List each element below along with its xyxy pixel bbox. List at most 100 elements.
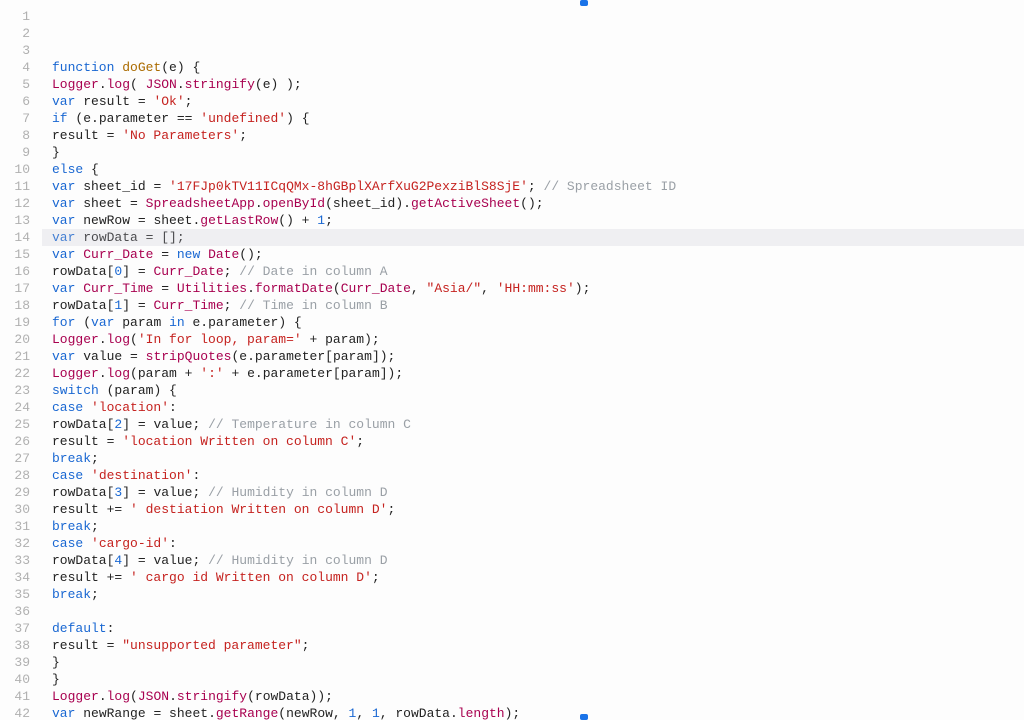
token-par: ; [185, 94, 193, 109]
token-prop: log [107, 77, 130, 92]
token-id: sheet [83, 196, 122, 211]
code-line[interactable]: } [52, 654, 1024, 671]
token-par: ; [192, 485, 208, 500]
code-line[interactable]: result = 'location Written on column C'; [52, 433, 1024, 450]
token-par: . [177, 77, 185, 92]
line-number: 12 [0, 195, 44, 212]
code-line[interactable]: rowData[1] = Curr_Time; // Time in colum… [52, 297, 1024, 314]
line-number: 8 [0, 127, 44, 144]
token-par: ; [91, 519, 99, 534]
token-id: sheet [153, 213, 192, 228]
code-area[interactable]: function doGet(e) {Logger.log( JSON.stri… [44, 0, 1024, 720]
code-line[interactable]: var sheet = SpreadsheetApp.openById(shee… [52, 195, 1024, 212]
code-line[interactable]: break; [52, 450, 1024, 467]
token-id: e [247, 366, 255, 381]
code-line[interactable]: rowData[2] = value; // Temperature in co… [52, 416, 1024, 433]
code-line[interactable]: var value = stripQuotes(e.parameter[para… [52, 348, 1024, 365]
token-par: += [99, 502, 130, 517]
code-line[interactable]: switch (param) { [52, 382, 1024, 399]
token-par: ( [325, 196, 333, 211]
code-line[interactable]: } [52, 671, 1024, 688]
token-par: ( [161, 60, 169, 75]
token-prop: stringify [185, 77, 255, 92]
code-line[interactable]: Logger.log('In for loop, param=' + param… [52, 331, 1024, 348]
token-par: [ [333, 366, 341, 381]
code-line[interactable]: Logger.log(param + ':' + e.parameter[par… [52, 365, 1024, 382]
code-line[interactable]: default: [52, 620, 1024, 637]
token-par: ] = [122, 264, 153, 279]
code-line[interactable]: result += ' destiation Written on column… [52, 501, 1024, 518]
code-line[interactable]: } [52, 144, 1024, 161]
line-number: 32 [0, 535, 44, 552]
token-id: rowData [395, 706, 450, 720]
code-line[interactable]: rowData[0] = Curr_Date; // Date in colum… [52, 263, 1024, 280]
token-glb: SpreadsheetApp [146, 196, 255, 211]
code-line[interactable]: Logger.log( JSON.stringify(e) ); [52, 76, 1024, 93]
code-line[interactable]: var rowData = []; [52, 229, 1024, 246]
token-kw: var [52, 349, 83, 364]
code-line[interactable]: case 'destination': [52, 467, 1024, 484]
line-number: 29 [0, 484, 44, 501]
token-prop: stripQuotes [146, 349, 232, 364]
token-cmt: // Date in column A [239, 264, 387, 279]
line-number: 4 [0, 59, 44, 76]
token-str: 'Ok' [153, 94, 184, 109]
code-line[interactable]: case 'cargo-id': [52, 535, 1024, 552]
line-number: 28 [0, 467, 44, 484]
token-par: . [450, 706, 458, 720]
token-prop: log [107, 689, 130, 704]
code-line[interactable]: var result = 'Ok'; [52, 93, 1024, 110]
token-str: ' destiation Written on column D' [130, 502, 387, 517]
code-line[interactable]: var sheet_id = '17FJp0kTV11ICqQMx-8hGBpl… [52, 178, 1024, 195]
code-line[interactable]: rowData[3] = value; // Humidity in colum… [52, 484, 1024, 501]
token-par: ( [255, 77, 263, 92]
token-id: rowData [52, 264, 107, 279]
token-varname: Curr_Date [341, 281, 411, 296]
code-line[interactable]: break; [52, 586, 1024, 603]
token-par: ( [247, 689, 255, 704]
code-line[interactable]: if (e.parameter == 'undefined') { [52, 110, 1024, 127]
token-varname: Curr_Date [153, 264, 223, 279]
code-line[interactable]: result = 'No Parameters'; [52, 127, 1024, 144]
line-number: 6 [0, 93, 44, 110]
token-kw: break [52, 519, 91, 534]
code-line[interactable]: var newRow = sheet.getLastRow() + 1; [52, 212, 1024, 229]
token-par: } [52, 655, 60, 670]
token-id: param [138, 366, 177, 381]
token-id: rowData [255, 689, 310, 704]
token-par: ). [395, 196, 411, 211]
token-par: = [130, 94, 153, 109]
code-line[interactable] [52, 603, 1024, 620]
bottom-marker [580, 714, 588, 720]
token-id: param [114, 383, 153, 398]
code-line[interactable]: Logger.log(JSON.stringify(rowData)); [52, 688, 1024, 705]
code-editor[interactable]: 1234567891011121314151617181920212223242… [0, 0, 1024, 720]
token-prop: getLastRow [200, 213, 278, 228]
code-line[interactable]: case 'location': [52, 399, 1024, 416]
token-id: result [52, 434, 99, 449]
token-par: . [91, 111, 99, 126]
code-line[interactable]: for (var param in e.parameter) { [52, 314, 1024, 331]
code-line[interactable]: rowData[4] = value; // Humidity in colum… [52, 552, 1024, 569]
code-line[interactable]: var Curr_Time = Utilities.formatDate(Cur… [52, 280, 1024, 297]
token-prop: openById [263, 196, 325, 211]
code-line[interactable]: break; [52, 518, 1024, 535]
token-par: ( [130, 366, 138, 381]
token-id: e [169, 60, 177, 75]
token-id: parameter [99, 111, 169, 126]
token-par: = [146, 179, 169, 194]
code-line[interactable]: else { [52, 161, 1024, 178]
code-line[interactable]: result += ' cargo id Written on column D… [52, 569, 1024, 586]
code-line[interactable]: var Curr_Date = new Date(); [52, 246, 1024, 263]
token-id: newRow [83, 213, 130, 228]
token-par: ; [192, 417, 208, 432]
line-number: 15 [0, 246, 44, 263]
token-id: e [263, 77, 271, 92]
code-line[interactable]: var newRange = sheet.getRange(newRow, 1,… [52, 705, 1024, 720]
token-prop: formatDate [255, 281, 333, 296]
token-par: ] = [122, 553, 153, 568]
code-line[interactable]: function doGet(e) { [52, 59, 1024, 76]
line-number: 40 [0, 671, 44, 688]
code-line[interactable]: result = "unsupported parameter"; [52, 637, 1024, 654]
line-number: 11 [0, 178, 44, 195]
